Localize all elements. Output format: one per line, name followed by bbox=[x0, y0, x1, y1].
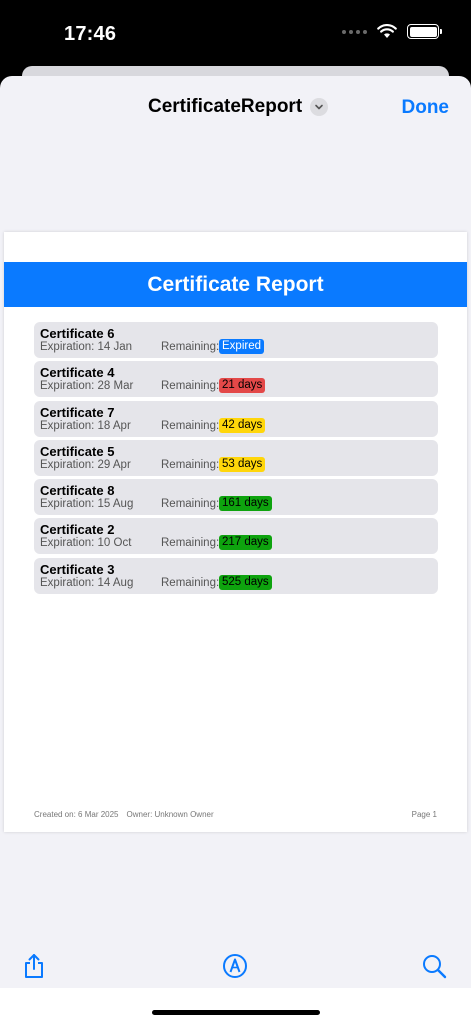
done-button[interactable]: Done bbox=[402, 97, 450, 119]
document-title-menu[interactable]: CertificateReport bbox=[148, 96, 329, 118]
certificate-name: Certificate 7 bbox=[40, 404, 115, 420]
certificate-name: Certificate 3 bbox=[40, 561, 115, 577]
status-badge: 42 days bbox=[219, 417, 266, 433]
status-badge: 53 days bbox=[219, 456, 266, 472]
table-row: Certificate 7 Expiration: 18 Apr Remaini… bbox=[34, 400, 438, 437]
certificate-expiration: Expiration: 15 Aug bbox=[40, 498, 134, 511]
certificate-remaining-label: Remaining: bbox=[161, 419, 220, 432]
home-indicator[interactable] bbox=[152, 1010, 320, 1015]
status-badge: 161 days bbox=[219, 496, 272, 512]
certificate-expiration: Expiration: 14 Aug bbox=[40, 576, 134, 589]
footer-owner: Owner: Unknown Owner bbox=[126, 810, 214, 819]
footer-page-number: Page 1 bbox=[411, 810, 437, 819]
certificate-expiration: Expiration: 18 Apr bbox=[40, 419, 131, 432]
share-icon[interactable] bbox=[20, 952, 48, 980]
status-time: 17:46 bbox=[64, 23, 117, 45]
footer-created: Created on: 6 Mar 2025 bbox=[34, 810, 119, 819]
certificate-remaining-label: Remaining: bbox=[161, 576, 220, 589]
certificate-expiration: Expiration: 28 Mar bbox=[40, 380, 134, 393]
table-row: Certificate 3 Expiration: 14 Aug Remaini… bbox=[34, 557, 438, 594]
cellular-signal-icon bbox=[342, 29, 367, 34]
certificate-name: Certificate 6 bbox=[40, 326, 115, 341]
table-row: Certificate 6 Expiration: 14 Jan Remaini… bbox=[34, 322, 438, 358]
status-icons bbox=[342, 24, 442, 39]
status-badge: 217 days bbox=[219, 535, 272, 551]
preview-sheet: CertificateReport Done Certificate Repor… bbox=[0, 76, 471, 1024]
markup-icon[interactable] bbox=[221, 952, 249, 980]
battery-icon bbox=[407, 24, 442, 39]
table-row: Certificate 8 Expiration: 15 Aug Remaini… bbox=[34, 479, 438, 516]
document-page: Certificate Report Certificate 6 Expirat… bbox=[4, 232, 467, 832]
chevron-down-icon[interactable] bbox=[310, 98, 329, 116]
table-row: Certificate 4 Expiration: 28 Mar Remaini… bbox=[34, 361, 438, 398]
certificate-list: Certificate 6 Expiration: 14 Jan Remaini… bbox=[34, 322, 438, 597]
report-title: Certificate Report bbox=[4, 262, 467, 307]
certificate-remaining-label: Remaining: bbox=[161, 380, 220, 393]
certificate-remaining-label: Remaining: bbox=[161, 458, 220, 471]
certificate-remaining-label: Remaining: bbox=[161, 537, 220, 550]
status-badge: Expired bbox=[219, 339, 264, 354]
certificate-remaining-label: Remaining: bbox=[161, 498, 220, 511]
table-row: Certificate 5 Expiration: 29 Apr Remaini… bbox=[34, 439, 438, 476]
certificate-name: Certificate 4 bbox=[40, 365, 115, 381]
search-icon[interactable] bbox=[420, 952, 448, 980]
certificate-name: Certificate 5 bbox=[40, 443, 115, 459]
status-badge: 525 days bbox=[219, 574, 272, 590]
home-bar bbox=[0, 988, 471, 1024]
status-badge: 21 days bbox=[219, 378, 266, 394]
certificate-expiration: Expiration: 29 Apr bbox=[40, 458, 131, 471]
certificate-name: Certificate 8 bbox=[40, 483, 115, 499]
table-row: Certificate 2 Expiration: 10 Oct Remaini… bbox=[34, 518, 438, 555]
certificate-remaining-label: Remaining: bbox=[161, 341, 220, 353]
wifi-icon bbox=[377, 24, 397, 38]
certificate-name: Certificate 2 bbox=[40, 522, 115, 538]
certificate-expiration: Expiration: 10 Oct bbox=[40, 537, 132, 550]
document-title: CertificateReport bbox=[148, 96, 303, 117]
status-bar: 17:46 bbox=[0, 0, 471, 68]
report-footer: Created on: 6 Mar 2025 Owner: Unknown Ow… bbox=[34, 810, 214, 819]
certificate-expiration: Expiration: 14 Jan bbox=[40, 341, 133, 353]
